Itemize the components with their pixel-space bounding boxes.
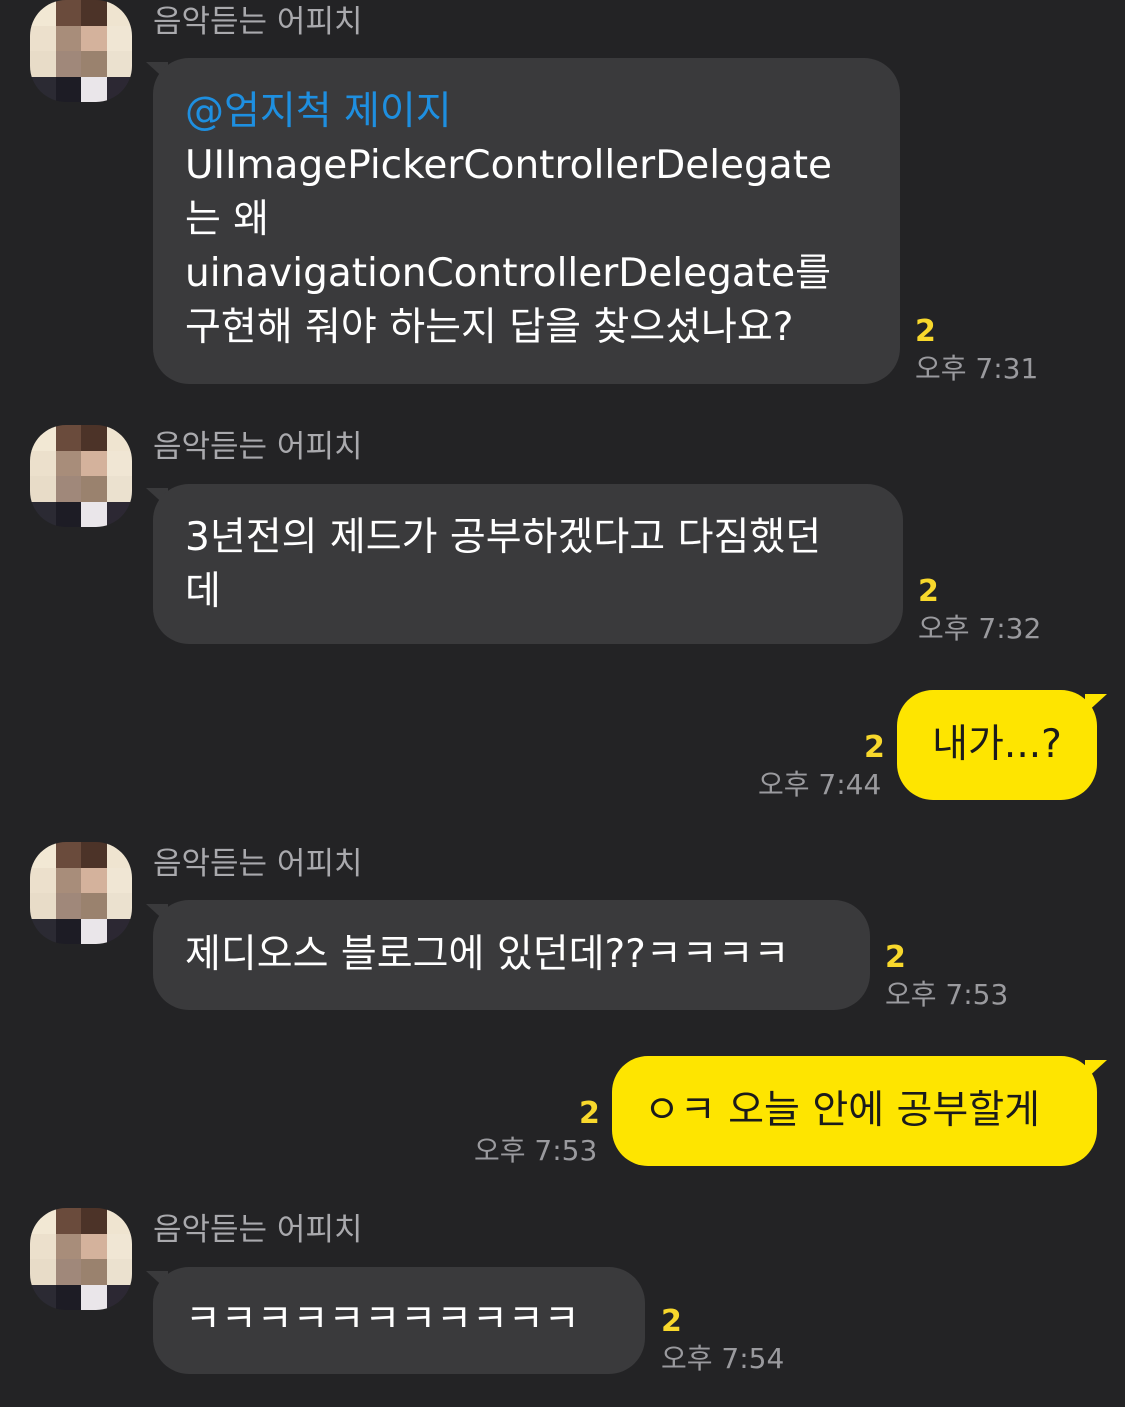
timestamp: 오후 7:32 [918,612,1042,645]
message-bubble[interactable]: 제디오스 블로그에 있던데??ㅋㅋㅋㅋ [153,900,870,1010]
unread-count: 2 [915,314,936,349]
message-bubble[interactable]: 3년전의 제드가 공부하겠다고 다짐했던 데 [153,484,903,644]
unread-count: 2 [885,940,906,975]
message-text: 구현해 줘야 하는지 답을 찾으셨나요? [185,305,794,350]
unread-count: 2 [864,730,885,765]
timestamp: 오후 7:31 [915,352,1039,385]
timestamp: 오후 7:44 [758,768,882,801]
message-text: ㅋㅋㅋㅋㅋㅋㅋㅋㅋㅋㅋ [185,1297,580,1342]
message-text: UIImagePickerControllerDelegate [185,143,832,188]
timestamp: 오후 7:53 [474,1134,598,1167]
unread-count: 2 [661,1304,682,1339]
message-text: 는 왜 [185,197,270,242]
message-bubble[interactable]: @엄지척 제이지 UIImagePickerControllerDelegate… [153,58,900,384]
avatar[interactable] [30,425,132,527]
avatar[interactable] [30,0,132,102]
message-text: 3년전의 제드가 공부하겠다고 다짐했던 [185,515,822,560]
sender-name: 음악듣는 어피치 [153,4,363,40]
message-bubble[interactable]: 내가...? [897,690,1097,800]
message-bubble[interactable]: ㅇㅋ 오늘 안에 공부할게 [612,1056,1097,1166]
message-bubble[interactable]: ㅋㅋㅋㅋㅋㅋㅋㅋㅋㅋㅋ [153,1267,645,1374]
sender-name: 음악듣는 어피치 [153,429,363,465]
message-text: ㅇㅋ 오늘 안에 공부할게 [644,1088,1040,1133]
bubble-tail [1085,1060,1107,1080]
message-text: 데 [185,569,221,614]
avatar[interactable] [30,1208,132,1310]
bubble-tail [1085,694,1107,714]
message-text: 내가...? [932,722,1062,767]
unread-count: 2 [579,1096,600,1131]
unread-count: 2 [918,574,939,609]
sender-name: 음악듣는 어피치 [153,846,363,882]
message-text: 제디오스 블로그에 있던데??ㅋㅋㅋㅋ [185,932,790,977]
avatar[interactable] [30,842,132,944]
timestamp: 오후 7:54 [661,1342,785,1375]
timestamp: 오후 7:53 [885,978,1009,1011]
message-text: uinavigationControllerDelegate를 [185,251,831,296]
sender-name: 음악듣는 어피치 [153,1212,363,1248]
mention-link[interactable]: @엄지척 제이지 [185,85,868,139]
